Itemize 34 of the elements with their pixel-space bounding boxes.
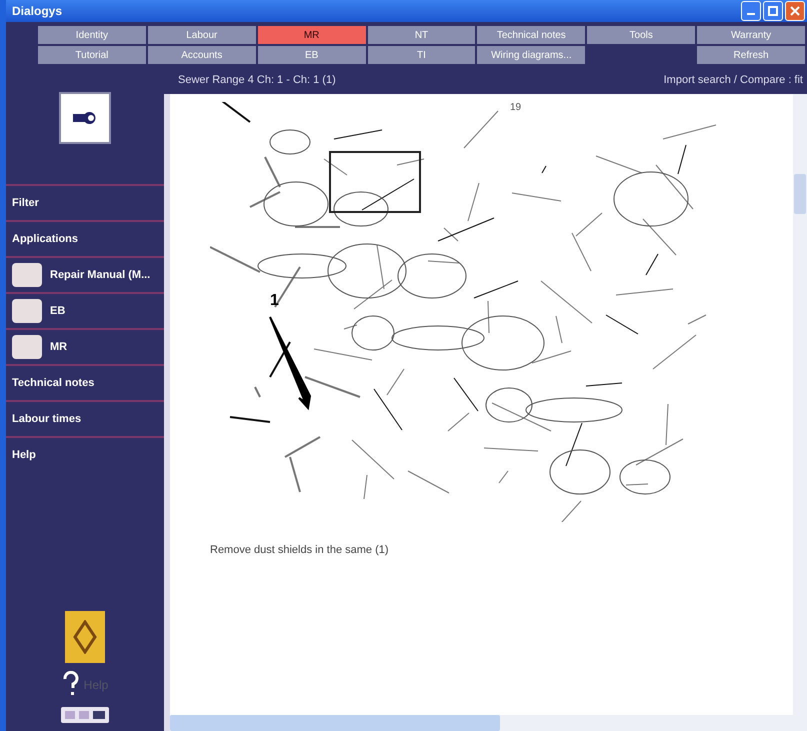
tab[interactable]: NT: [368, 26, 476, 44]
tab[interactable]: Technical notes: [477, 26, 586, 44]
caption: Remove dust shields in the same (1): [210, 544, 389, 556]
close-button[interactable]: [785, 1, 805, 21]
tab[interactable]: Identity: [38, 26, 146, 44]
minimize-button[interactable]: [741, 1, 761, 21]
sidebar-item[interactable]: MR: [6, 328, 164, 364]
close-icon: [790, 6, 800, 16]
callout-number: 1: [270, 292, 279, 310]
horizontal-scrollbar[interactable]: [170, 715, 807, 731]
tab[interactable]: MR: [258, 26, 366, 44]
figure-mark: 19: [510, 102, 522, 113]
document-thumbnail-icon: [12, 335, 42, 359]
maximize-button[interactable]: [763, 1, 783, 21]
document-thumbnail-icon: [12, 299, 42, 323]
tab[interactable]: Warranty: [697, 26, 805, 44]
tab[interactable]: Tools: [587, 26, 696, 44]
vertical-scrollbar[interactable]: [793, 94, 807, 715]
tab[interactable]: Accounts: [148, 46, 256, 64]
tab[interactable]: Labour: [148, 26, 256, 44]
tab[interactable]: Wiring diagrams...: [477, 46, 586, 64]
tab[interactable]: EB: [258, 46, 366, 64]
window-title: Dialogys: [12, 4, 62, 18]
tab[interactable]: TI: [368, 46, 476, 64]
tab[interactable]: Refresh: [697, 46, 805, 64]
maximize-icon: [768, 6, 778, 16]
sidebar-item[interactable]: EB: [6, 292, 164, 328]
header-link[interactable]: Import search / Compare : fit: [664, 74, 803, 86]
document-thumbnail-icon: [12, 263, 42, 287]
sidebar-item[interactable]: Repair Manual (M...: [6, 256, 164, 292]
logo-icon: [65, 611, 105, 663]
tab[interactable]: Tutorial: [38, 46, 146, 64]
document-header: Sewer Range 4 Ch: 1 - Ch: 1 (1): [178, 74, 336, 86]
keyboard-icon[interactable]: [61, 707, 109, 723]
